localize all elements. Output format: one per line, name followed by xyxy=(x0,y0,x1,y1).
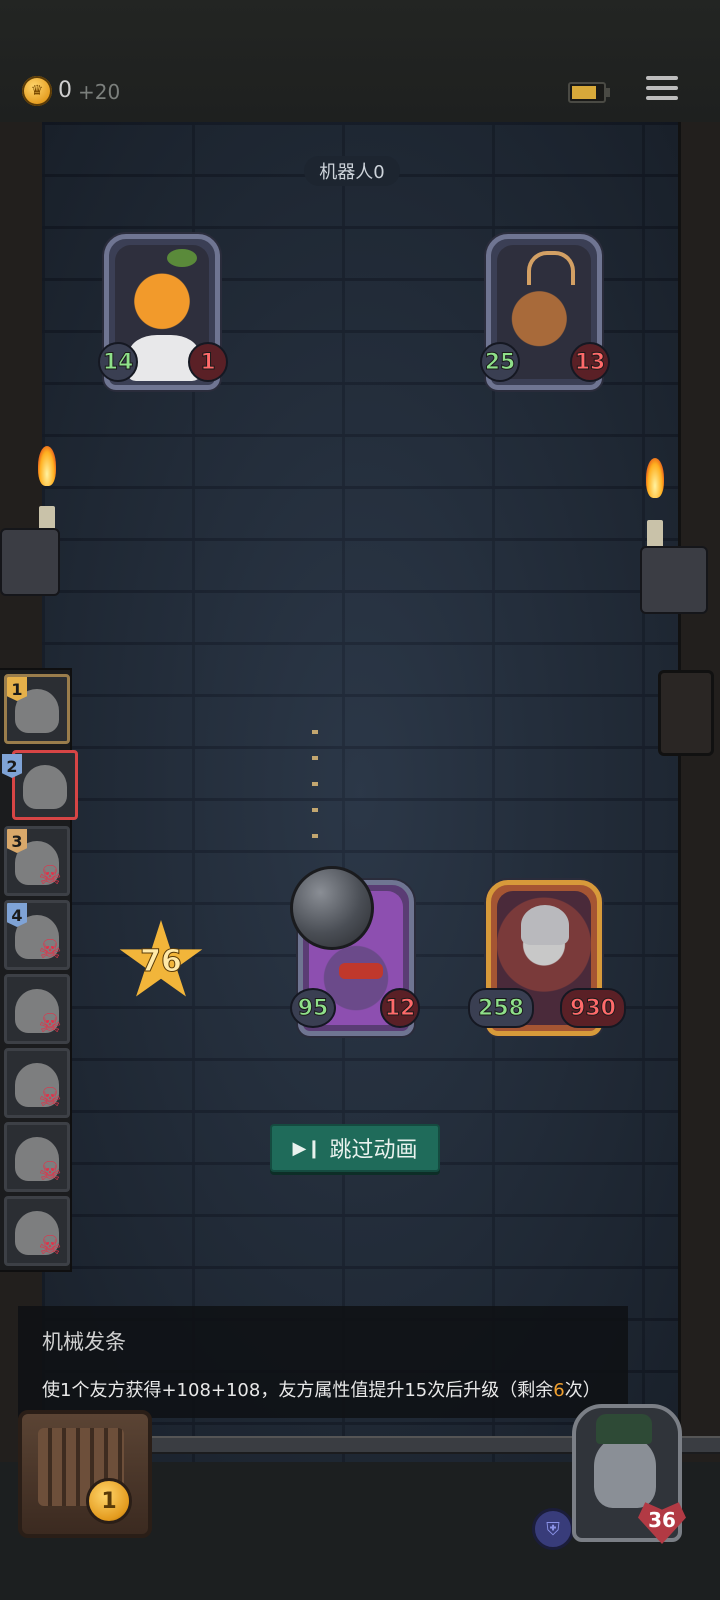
right-pillar xyxy=(678,122,720,1462)
queue-slot[interactable]: 4 ☠ xyxy=(4,900,70,970)
opponent-card-health: 13 xyxy=(570,342,610,382)
antler-icon xyxy=(527,251,575,285)
opponent-label: 机器人0 xyxy=(304,156,400,186)
queue-slot[interactable]: ☠ xyxy=(4,1048,70,1118)
cannonball-icon xyxy=(290,866,374,950)
queue-slot[interactable]: ☠ xyxy=(4,974,70,1044)
skull-icon: ☠ xyxy=(38,1231,62,1261)
coin-gain: +20 xyxy=(78,80,121,104)
tooltip-title: 机械发条 xyxy=(42,1330,126,1354)
queue-number: 2 xyxy=(2,754,22,778)
queue-number: 1 xyxy=(7,677,27,701)
player-card-attack: 95 xyxy=(290,988,336,1028)
opponent-card-health: 1 xyxy=(188,342,228,382)
turn-order-queue: 1 2 3 ☠ 4 ☠ ☠ ☠ ☠ ☠ xyxy=(0,668,78,1272)
player-card-health: 930 xyxy=(560,988,626,1028)
crown-coin-icon: ♛ xyxy=(22,76,52,106)
remaining-count: 6 xyxy=(553,1380,565,1401)
top-bar: ♛ 0 +20 xyxy=(0,0,720,125)
skip-icon: ▶❙ xyxy=(292,1137,322,1159)
skull-icon: ☠ xyxy=(38,935,62,965)
opponent-card-attack: 25 xyxy=(480,342,520,382)
skip-animation-label: 跳过动画 xyxy=(329,1138,418,1163)
door-latch xyxy=(658,670,714,756)
coin-count: 0 xyxy=(58,78,72,103)
skull-icon: ☠ xyxy=(38,1083,62,1113)
tooltip-description: 使1个友方获得+108+108，友方属性值提升15次后升级（剩余6次） xyxy=(42,1380,601,1401)
unit-portrait xyxy=(23,765,67,809)
skull-icon: ☠ xyxy=(38,1009,62,1039)
shop-crate-button[interactable] xyxy=(18,1410,152,1538)
skull-icon: ☠ xyxy=(38,1157,62,1187)
skull-icon: ☠ xyxy=(38,861,62,891)
hero-health: 36 xyxy=(648,1508,676,1532)
queue-number: 3 xyxy=(7,829,27,853)
pumpkin-leaf-icon xyxy=(167,249,197,267)
queue-slot[interactable]: 1 xyxy=(4,674,70,744)
queue-slot[interactable]: 3 ☠ xyxy=(4,826,70,896)
damage-value: 76 xyxy=(140,944,183,980)
red-scarf-icon xyxy=(339,963,383,979)
skip-animation-button[interactable]: ▶❙ 跳过动画 xyxy=(270,1124,440,1172)
shield-icon[interactable]: ⛨ xyxy=(532,1508,574,1550)
opponent-card-attack: 14 xyxy=(98,342,138,382)
queue-slot[interactable]: ☠ xyxy=(4,1122,70,1192)
shop-level: 1 xyxy=(86,1478,132,1524)
battery-icon xyxy=(568,82,610,103)
projectile-trail xyxy=(312,730,318,860)
player-card-health: 12 xyxy=(380,988,420,1028)
queue-number: 4 xyxy=(7,903,27,927)
player-card-attack: 258 xyxy=(468,988,534,1028)
menu-icon[interactable] xyxy=(646,76,678,106)
queue-slot[interactable]: ☠ xyxy=(4,1196,70,1266)
knight-helmet-icon xyxy=(521,905,569,945)
